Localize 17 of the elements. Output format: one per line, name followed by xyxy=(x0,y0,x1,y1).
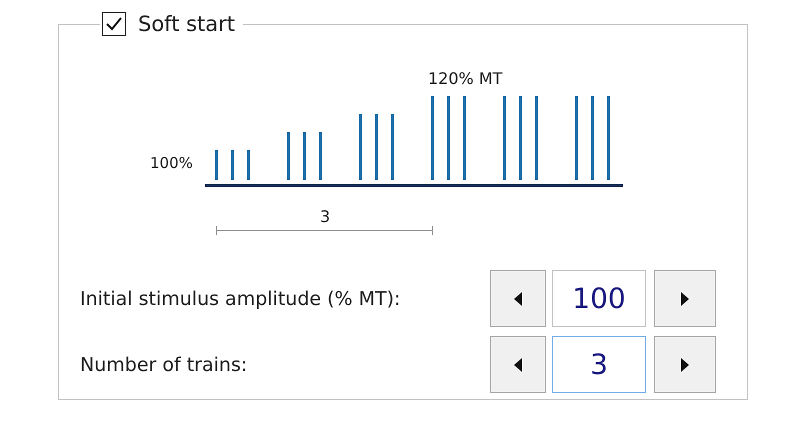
base-level-label: 100% xyxy=(150,154,193,172)
peak-level-label: 120% MT xyxy=(428,69,502,88)
span-label: 3 xyxy=(320,207,330,226)
checkbox[interactable] xyxy=(102,12,126,36)
field-label: Number of trains: xyxy=(80,354,248,376)
decrement-button[interactable] xyxy=(490,270,546,327)
group-label: Soft start xyxy=(138,12,236,36)
right-arrow-icon xyxy=(681,292,689,306)
field-label: Initial stimulus amplitude (% MT): xyxy=(80,288,402,310)
number-field[interactable]: 3 xyxy=(552,336,646,393)
right-arrow-icon xyxy=(681,358,689,372)
decrement-button[interactable] xyxy=(490,336,546,393)
left-arrow-icon xyxy=(514,358,522,372)
number-field[interactable]: 100 xyxy=(552,270,646,327)
increment-button[interactable] xyxy=(654,270,716,327)
increment-button[interactable] xyxy=(654,336,716,393)
left-arrow-icon xyxy=(514,292,522,306)
